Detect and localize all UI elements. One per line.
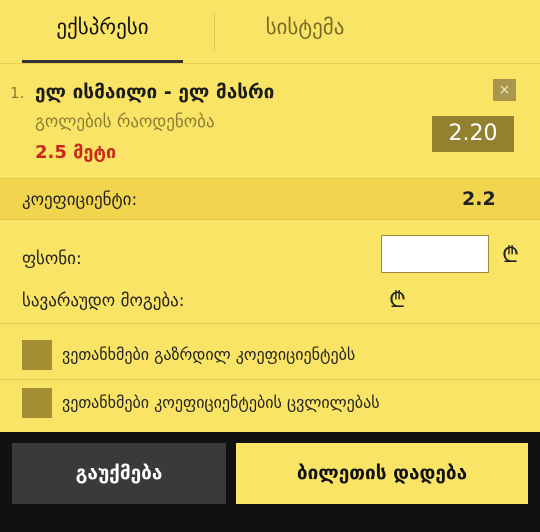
- bet-selection: 2.5 მეტი: [35, 142, 117, 163]
- remove-bet-button[interactable]: ×: [493, 79, 516, 101]
- coefficient-label: კოეფიციენტი:: [22, 190, 138, 210]
- stake-label: ფსონი:: [22, 249, 82, 269]
- accept-odds-change-checkbox[interactable]: [22, 388, 52, 418]
- divider: [0, 379, 540, 380]
- accept-increased-odds-checkbox[interactable]: [22, 340, 52, 370]
- close-icon: ×: [498, 82, 511, 98]
- tab-system[interactable]: სისტემა: [230, 0, 380, 63]
- lari-currency-icon: ₾: [502, 243, 519, 268]
- accept-odds-change-label[interactable]: ვეთანხმები კოეფიციენტების ცვლილებას: [62, 393, 380, 412]
- bet-match-title: ელ ისმაილი - ელ მასრი: [35, 81, 275, 103]
- coefficient-value: 2.2: [462, 188, 496, 210]
- total-coefficient-row: კოეფიციენტი: 2.2: [0, 178, 540, 220]
- accept-increased-odds-label[interactable]: ვეთანხმები გაზრდილ კოეფიციენტებს: [62, 345, 355, 364]
- tab-express[interactable]: ექსპრესი: [22, 0, 183, 63]
- bet-index: 1.: [10, 84, 25, 102]
- lari-currency-icon: ₾: [389, 288, 406, 313]
- bet-odds: 2.20: [432, 116, 514, 152]
- divider: [0, 323, 540, 324]
- cancel-button[interactable]: გაუქმება: [12, 443, 226, 504]
- bet-slip-item: 1. ელ ისმაილი - ელ მასრი გოლების რაოდენო…: [0, 64, 540, 176]
- potential-win-label: სავარაუდო მოგება:: [22, 291, 185, 311]
- bet-type-tabs: ექსპრესი სისტემა: [0, 0, 540, 63]
- place-bet-button[interactable]: ბილეთის დადება: [236, 443, 528, 504]
- tab-separator: [214, 14, 215, 50]
- bet-market: გოლების რაოდენობა: [35, 112, 215, 132]
- stake-input[interactable]: [381, 235, 489, 273]
- action-bar: გაუქმება ბილეთის დადება: [0, 432, 540, 532]
